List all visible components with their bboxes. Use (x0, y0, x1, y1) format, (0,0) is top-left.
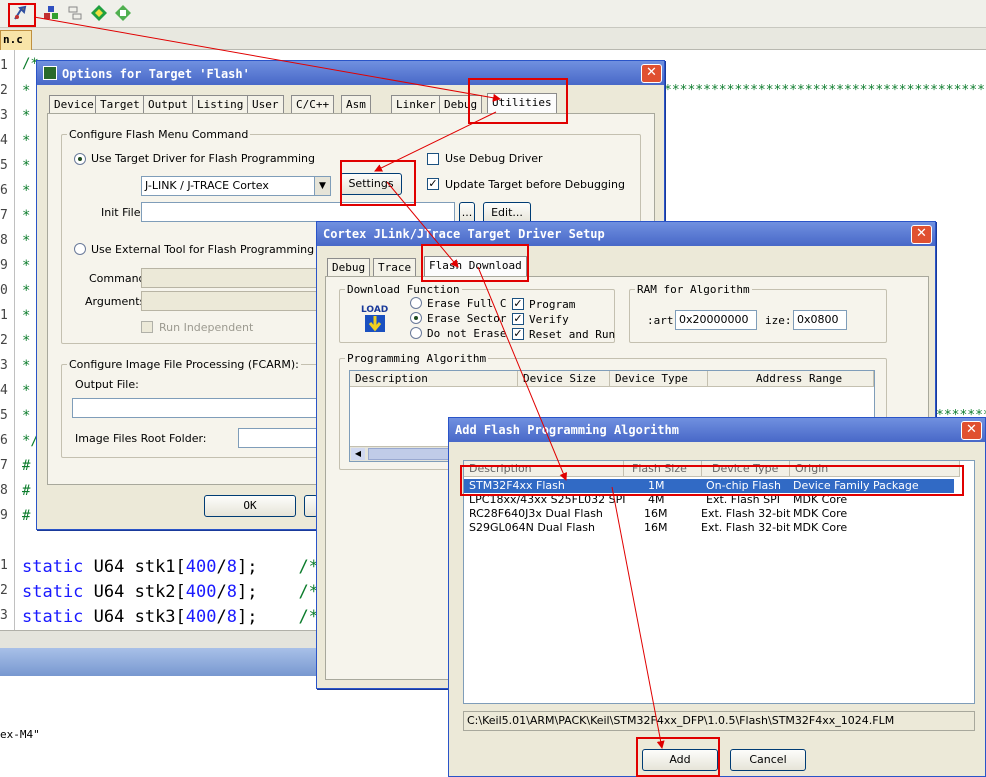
annotation-arrows (33, 16, 665, 749)
arrow-utilities-to-settings (374, 111, 497, 172)
arrow-settings-to-flash-download (386, 181, 459, 268)
arrow-row-to-add (611, 486, 665, 749)
arrow-flash-download-to-row (477, 266, 568, 481)
arrow-options-to-utilities (33, 16, 501, 102)
